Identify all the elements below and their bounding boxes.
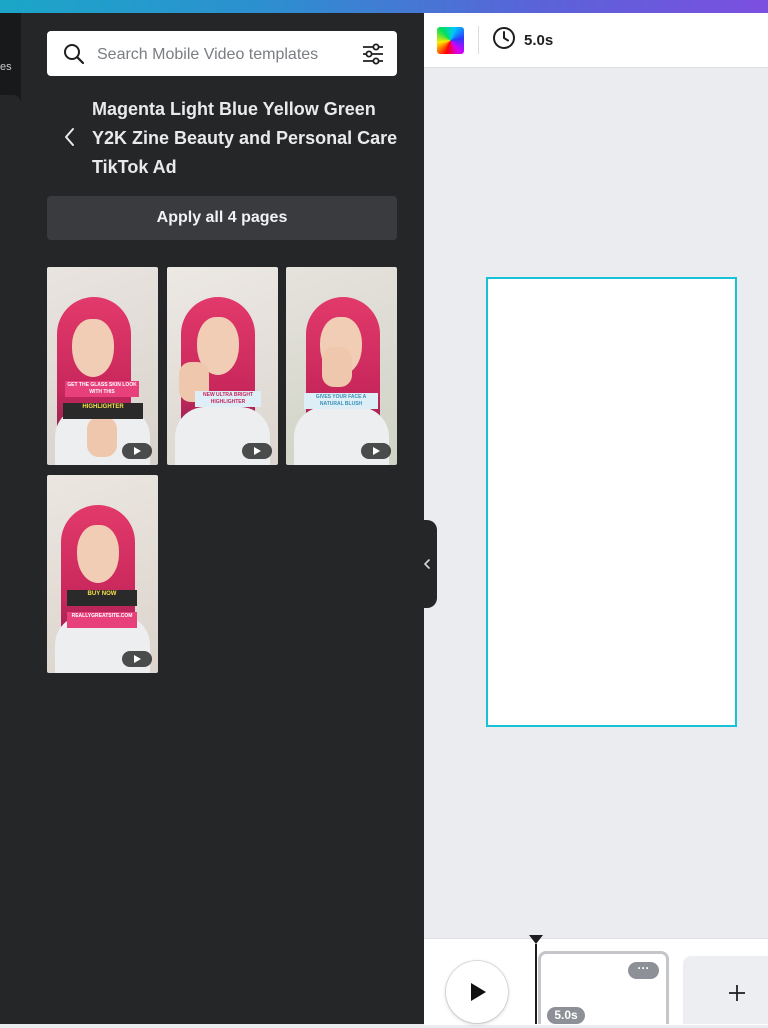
play-badge-icon: [122, 443, 152, 459]
top-gradient-bar: [0, 0, 768, 13]
play-badge-icon: [361, 443, 391, 459]
search-box[interactable]: [47, 31, 397, 78]
play-badge-icon: [242, 443, 272, 459]
playhead-handle[interactable]: [529, 935, 543, 944]
playhead-line: [535, 944, 537, 1024]
page-3-banner: GIVES YOUR FACE A NATURAL BLUSH: [304, 393, 378, 409]
template-page-3[interactable]: GIVES YOUR FACE A NATURAL BLUSH: [286, 267, 397, 465]
page-more-options-button[interactable]: ···: [628, 962, 659, 979]
toolbar-divider: [478, 26, 479, 54]
page-1-banner: GET THE GLASS SKIN LOOK WITH THIS: [65, 381, 139, 397]
rail-item-1[interactable]: es: [0, 61, 12, 73]
apply-all-pages-button[interactable]: Apply all 4 pages: [47, 196, 397, 240]
clock-icon: [492, 26, 516, 54]
play-badge-icon: [122, 651, 152, 667]
page-1-sticker: HIGHLIGHTER: [63, 403, 143, 419]
add-page-button[interactable]: [683, 956, 768, 1024]
duration-button[interactable]: 5.0s: [492, 25, 553, 55]
page-4-banner: REALLYGREATSITE.COM: [67, 612, 137, 628]
filter-icon[interactable]: [361, 42, 385, 71]
duration-label: 5.0s: [524, 31, 554, 49]
play-icon: [446, 983, 508, 1027]
collapse-panel-button[interactable]: [418, 520, 437, 608]
search-icon: [62, 42, 86, 71]
template-page-2[interactable]: NEW ULTRA BRIGHT HIGHLIGHTER: [167, 267, 278, 465]
template-page-1[interactable]: GET THE GLASS SKIN LOOK WITH THIS HIGHLI…: [47, 267, 158, 465]
page-duration-badge: 5.0s: [547, 1007, 585, 1024]
play-button[interactable]: [446, 961, 508, 1023]
chevron-left-icon: [418, 559, 437, 612]
back-button[interactable]: [58, 125, 82, 149]
search-input[interactable]: [95, 31, 349, 78]
page-2-banner: NEW ULTRA BRIGHT HIGHLIGHTER: [195, 391, 261, 407]
rail-active-connector: [0, 95, 21, 1024]
template-title: Magenta Light Blue Yellow Green Y2K Zine…: [92, 99, 398, 177]
color-picker-button[interactable]: [437, 27, 464, 54]
design-canvas-page[interactable]: [486, 277, 737, 727]
chevron-left-icon: [58, 128, 82, 153]
page-4-sticker: BUY NOW: [67, 590, 137, 606]
editor-toolbar: 5.0s: [424, 13, 768, 68]
template-page-4[interactable]: BUY NOW REALLYGREATSITE.COM: [47, 475, 158, 673]
